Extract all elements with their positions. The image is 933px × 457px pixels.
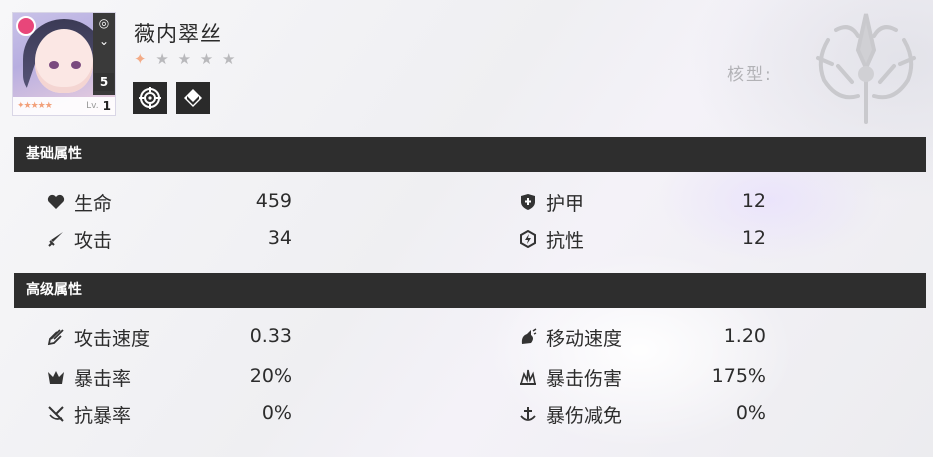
stat-move-speed-label: 移动速度 — [546, 327, 623, 350]
crit-rate-icon — [46, 367, 66, 387]
stat-move-speed: 移动速度 — [518, 324, 622, 350]
basic-attributes-header: 基础属性 — [14, 137, 926, 172]
stat-crit-rate-value: 20% — [249, 365, 292, 387]
stat-crit-damage: 暴击伤害 — [518, 364, 622, 390]
resist-icon — [518, 229, 538, 249]
crit-damage-icon — [518, 367, 538, 387]
role-chevron-icon[interactable] — [176, 82, 210, 114]
stat-attack-value: 34 — [267, 227, 292, 249]
portrait-eye-left — [49, 61, 59, 69]
rank-badge: 5 — [94, 73, 114, 91]
target-mini-icon: ◎ — [98, 16, 110, 30]
star-filled: ✦ — [134, 50, 149, 68]
stat-crit-damage-reduction: 暴伤减免 — [518, 401, 622, 427]
character-stars: ✦ ★ ★ ★ ★ — [134, 50, 237, 68]
stat-crit-resist-label: 抗暴率 — [74, 404, 132, 427]
background — [0, 0, 933, 457]
stat-hp-label: 生命 — [74, 192, 113, 215]
stat-armor-value: 12 — [741, 190, 766, 212]
crit-damage-reduction-icon — [518, 404, 538, 424]
move-speed-icon — [518, 327, 538, 347]
stat-crit-rate-label: 暴击率 — [74, 367, 132, 390]
stat-crit-rate: 暴击率 — [46, 364, 131, 390]
stat-move-speed-value: 1.20 — [723, 325, 766, 347]
portrait-eye-right — [71, 61, 81, 69]
crit-resist-icon — [46, 404, 66, 424]
advanced-attributes-header: 高级属性 — [14, 273, 926, 308]
attack-speed-icon — [46, 327, 66, 347]
stat-attack-speed-value: 0.33 — [249, 325, 292, 347]
stat-armor: 护甲 — [518, 189, 584, 215]
portrait-level-bar: ✦★★★★ Lv. 1 — [13, 97, 115, 115]
stat-crit-damage-reduction-value: 0% — [735, 402, 766, 424]
stat-armor-label: 护甲 — [546, 192, 585, 215]
chevron-mini-icon: ⌄ — [98, 34, 110, 48]
heart-icon — [46, 192, 66, 212]
level-label: Lv. — [86, 101, 99, 111]
stat-attack: 攻击 — [46, 226, 112, 252]
stat-resist-label: 抗性 — [546, 229, 585, 252]
character-portrait[interactable]: ◎ ⌄ 5 ✦★★★★ Lv. 1 — [12, 12, 116, 116]
portrait-face — [35, 29, 93, 93]
shield-icon — [518, 192, 538, 212]
stat-hp-value: 459 — [255, 190, 292, 212]
stat-crit-damage-value: 175% — [711, 365, 766, 387]
stat-attack-speed-label: 攻击速度 — [74, 327, 151, 350]
stat-crit-damage-label: 暴击伤害 — [546, 367, 623, 390]
target-class-icon[interactable] — [133, 82, 167, 114]
stat-crit-damage-reduction-label: 暴伤减免 — [546, 404, 623, 427]
core-type-label: 核型: — [727, 65, 773, 85]
level-value: 1 — [102, 99, 111, 113]
character-name: 薇内翠丝 — [134, 22, 222, 46]
stat-crit-resist: 抗暴率 — [46, 401, 131, 427]
class-badge-icon — [16, 16, 36, 36]
stat-attack-speed: 攻击速度 — [46, 324, 150, 350]
sword-icon — [46, 229, 66, 249]
star-empty: ★ ★ ★ ★ — [155, 50, 238, 68]
portrait-stars: ✦★★★★ — [17, 101, 53, 111]
stat-resist-value: 12 — [741, 227, 766, 249]
stat-resist: 抗性 — [518, 226, 584, 252]
stat-attack-label: 攻击 — [74, 229, 113, 252]
stat-hp: 生命 — [46, 189, 112, 215]
stat-crit-resist-value: 0% — [261, 402, 292, 424]
core-emblem-icon — [816, 13, 916, 124]
